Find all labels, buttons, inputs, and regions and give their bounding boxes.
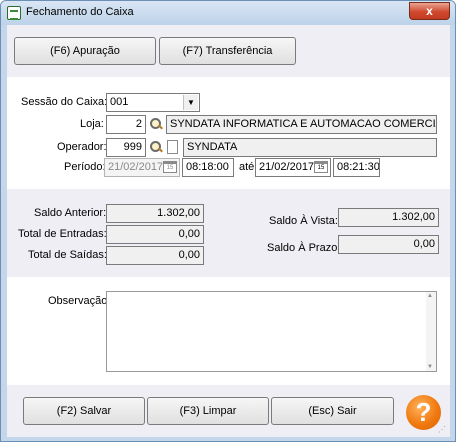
calendar-icon[interactable]: 15: [314, 161, 328, 173]
document-icon: [167, 140, 178, 154]
calendar-icon: 15: [163, 161, 177, 173]
total-saidas-value: 0,00: [106, 246, 204, 265]
top-action-panel: (F6) Apuração (F7) Transferência: [7, 25, 450, 77]
periodo-time-from[interactable]: 08:18:00: [182, 158, 234, 177]
transferencia-button[interactable]: (F7) Transferência: [159, 37, 296, 65]
saldo-vista-label: Saldo À Vista:: [269, 215, 338, 227]
saldo-vista-value: 1.302,00: [338, 208, 439, 227]
observacao-textarea[interactable]: ▲ ▼: [106, 291, 437, 372]
operador-name-field: SYNDATA: [183, 138, 437, 157]
app-window: Fechamento do Caixa x (F6) Apuração (F7)…: [0, 0, 456, 442]
periodo-time-to[interactable]: 08:21:30: [333, 158, 380, 177]
apuracao-button[interactable]: (F6) Apuração: [14, 37, 156, 65]
scroll-up-icon[interactable]: ▲: [427, 293, 433, 299]
loja-name-field: SYNDATA INFORMATICA E AUTOMACAO COMERCIA…: [166, 115, 437, 134]
total-entradas-value: 0,00: [106, 225, 204, 244]
sair-button[interactable]: (Esc) Sair: [271, 397, 394, 425]
loja-code-input[interactable]: 2: [106, 115, 146, 134]
saldo-prazo-value: 0,00: [338, 235, 439, 254]
operador-label: Operador:: [57, 141, 107, 153]
total-entradas-label: Total de Entradas:: [18, 228, 107, 240]
cash-register-icon: [7, 6, 21, 20]
periodo-label: Período:: [64, 161, 106, 173]
total-saidas-label: Total de Saídas:: [28, 249, 107, 261]
search-icon[interactable]: [149, 117, 163, 131]
window-title: Fechamento do Caixa: [26, 6, 134, 18]
sessao-select[interactable]: 001 ▼: [106, 93, 200, 112]
scroll-down-icon[interactable]: ▼: [427, 364, 433, 370]
operador-code-input[interactable]: 999: [106, 138, 146, 157]
title-bar[interactable]: Fechamento do Caixa x: [1, 1, 455, 25]
observacao-label: Observação:: [48, 295, 111, 307]
saldo-anterior-value: 1.302,00: [106, 204, 204, 223]
periodo-date-from: 21/02/2017 15: [104, 158, 180, 177]
sessao-value: 001: [110, 96, 129, 108]
totals-panel: Saldo Anterior: 1.302,00 Total de Entrad…: [7, 189, 450, 277]
salvar-button[interactable]: (F2) Salvar: [23, 397, 145, 425]
limpar-button[interactable]: (F3) Limpar: [147, 397, 269, 425]
help-button[interactable]: ?: [406, 395, 441, 430]
ate-label: até: [239, 161, 255, 173]
sessao-label: Sessão do Caixa:: [21, 96, 108, 108]
saldo-anterior-label: Saldo Anterior:: [34, 207, 107, 219]
resize-grip-icon[interactable]: ⋰: [438, 425, 448, 435]
footer-action-panel: (F2) Salvar (F3) Limpar (Esc) Sair ? ⋰: [7, 385, 450, 437]
periodo-date-to-value: 21/02/2017: [259, 161, 315, 173]
periodo-date-from-value: 21/02/2017: [108, 161, 164, 173]
periodo-date-to[interactable]: 21/02/2017 15: [255, 158, 331, 177]
observacao-scrollbar[interactable]: ▲ ▼: [426, 292, 436, 371]
search-icon[interactable]: [149, 140, 163, 154]
chevron-down-icon[interactable]: ▼: [183, 95, 198, 110]
dialog-body: (F6) Apuração (F7) Transferência Sessão …: [7, 25, 450, 437]
close-button[interactable]: x: [409, 2, 450, 20]
loja-label: Loja:: [80, 118, 104, 130]
saldo-prazo-label: Saldo À Prazo:: [267, 242, 341, 254]
